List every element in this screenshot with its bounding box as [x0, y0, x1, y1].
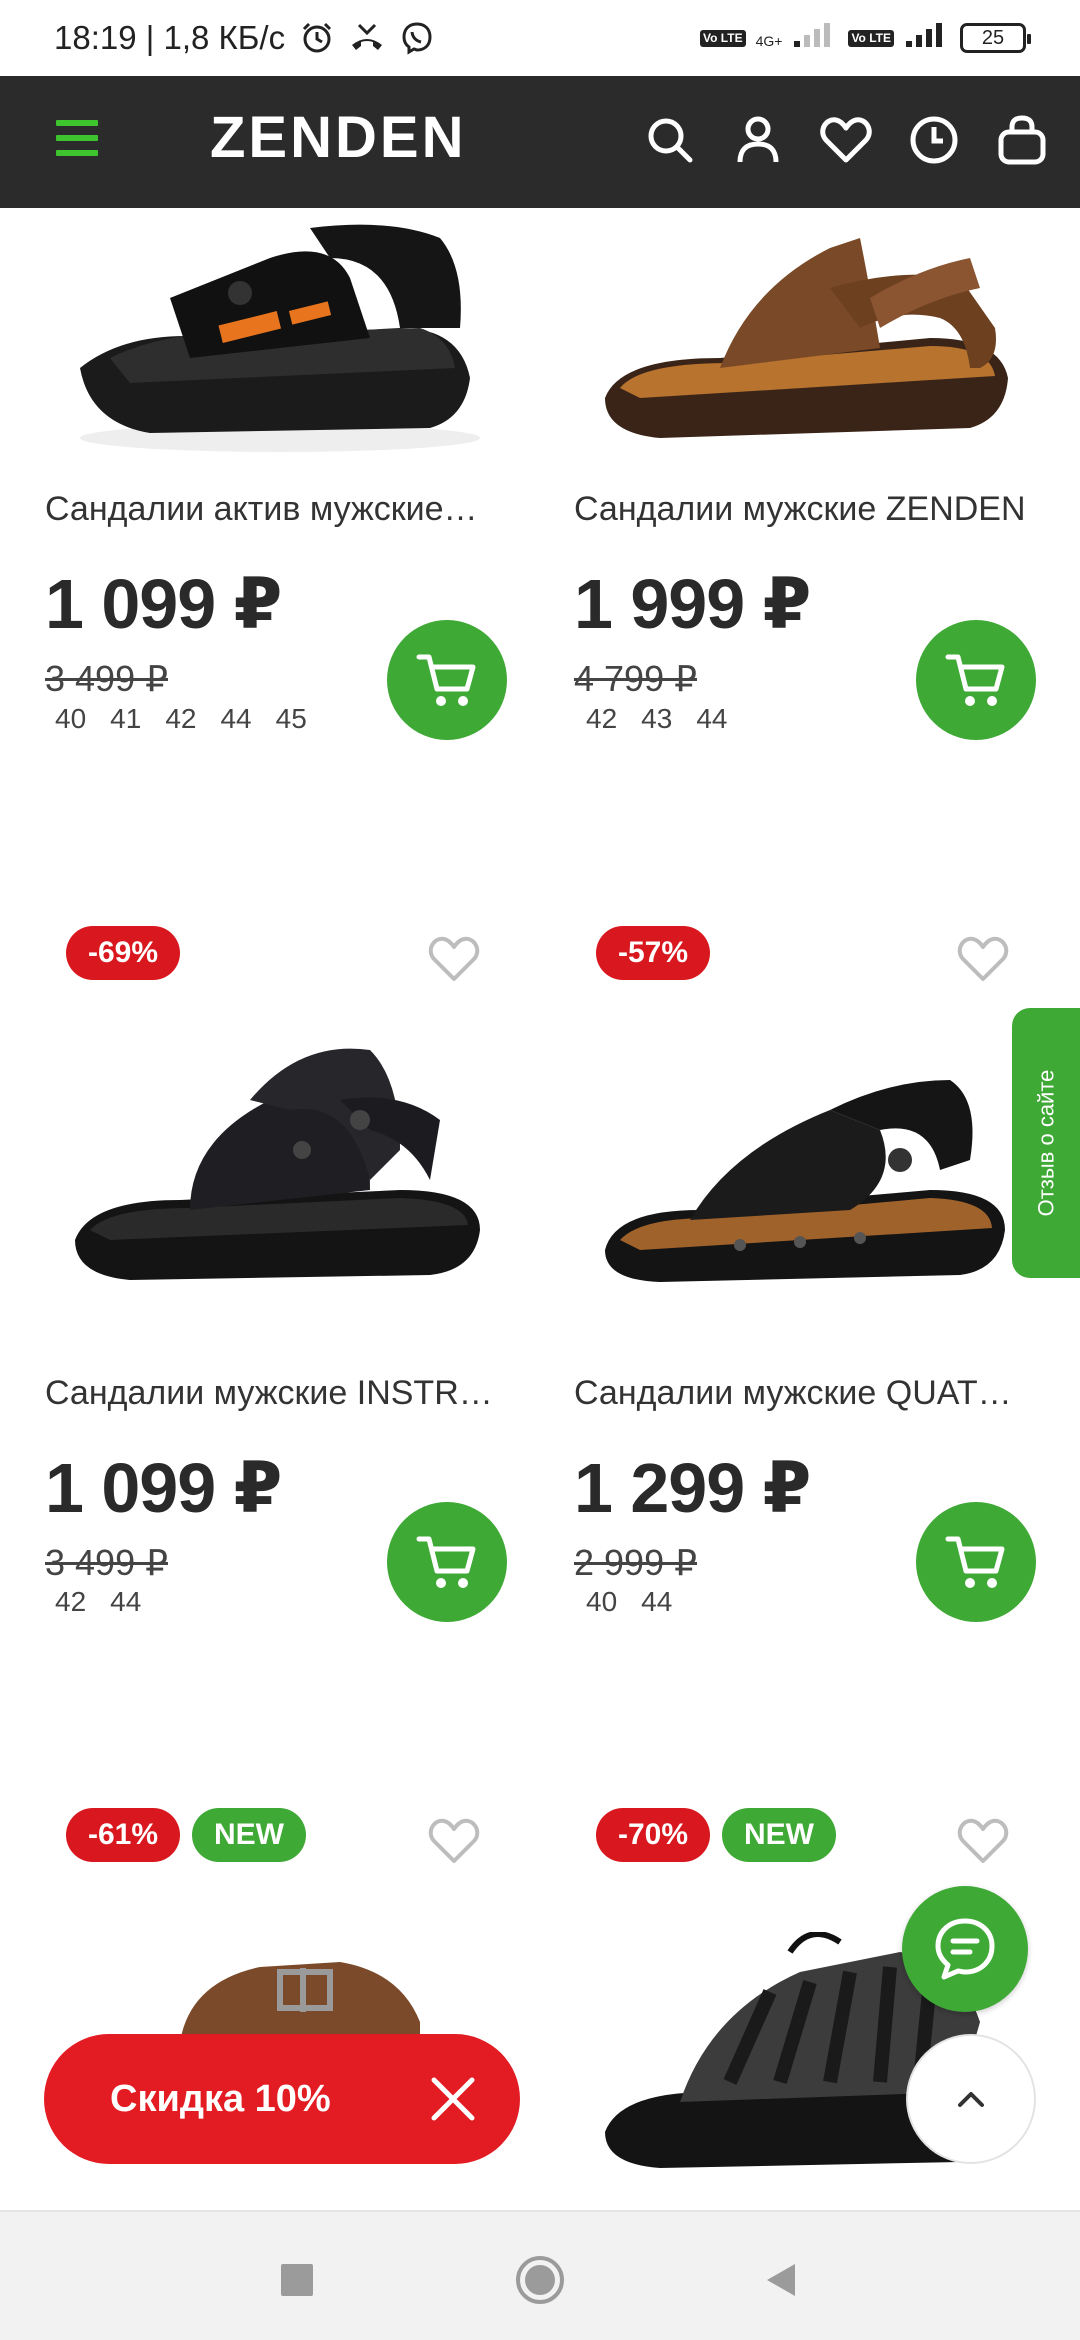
site-feedback-tab[interactable]: Отзыв о сайте: [1012, 1008, 1080, 1278]
chat-icon: [935, 1918, 995, 1980]
size-option[interactable]: 44: [641, 1586, 672, 1618]
home-icon[interactable]: [512, 2252, 568, 2308]
new-badge: NEW: [722, 1808, 836, 1862]
discount-badge: -69%: [66, 926, 181, 980]
battery-level: 25: [981, 26, 1005, 49]
discount-badge: -61%: [66, 1808, 181, 1862]
product-name[interactable]: Сандалии мужские ZENDEN: [574, 490, 1044, 529]
missed-call-icon: [349, 20, 385, 56]
close-icon[interactable]: [426, 2072, 480, 2126]
discount-badge: -70%: [596, 1808, 711, 1862]
product-card[interactable]: Сандалии актив мужские… 1 099 ₽ 3 499 ₽ …: [0, 208, 510, 828]
product-price: 1 999 ₽: [574, 565, 811, 643]
favorite-heart-icon[interactable]: [427, 934, 481, 984]
favorite-heart-icon[interactable]: [956, 934, 1010, 984]
scroll-to-top-button[interactable]: [906, 2034, 1036, 2164]
product-name[interactable]: Сандалии мужские INSTR…: [45, 1374, 515, 1413]
add-to-cart-button[interactable]: [387, 1502, 507, 1622]
add-to-cart-button[interactable]: [916, 620, 1036, 740]
product-card[interactable]: -69% Сандалии мужские INSTR… 1 099 ₽ 3 4…: [0, 920, 510, 1720]
menu-icon[interactable]: [56, 120, 98, 156]
product-price: 1 299 ₽: [574, 1449, 811, 1527]
product-sizes: 42 43 44: [586, 703, 727, 735]
header-actions: [642, 112, 1050, 168]
size-option[interactable]: 40: [586, 1586, 617, 1618]
size-option[interactable]: 44: [696, 703, 727, 735]
site-feedback-label: Отзыв о сайте: [1033, 1069, 1059, 1217]
size-option[interactable]: 40: [55, 703, 86, 735]
size-option[interactable]: 42: [55, 1586, 86, 1618]
battery-icon: 25: [960, 23, 1031, 53]
product-card[interactable]: Сандалии мужские ZENDEN 1 999 ₽ 4 799 ₽ …: [530, 208, 1040, 828]
recents-icon[interactable]: [269, 2252, 325, 2308]
discount-label: Скидка 10%: [110, 2077, 331, 2120]
product-card[interactable]: -57% Сандалии мужские QUAT… 1 299 ₽ 2 99…: [530, 920, 1040, 1720]
volte-badge-1: Vo LTE: [700, 29, 746, 47]
size-option[interactable]: 45: [276, 703, 307, 735]
product-old-price: 4 799 ₽: [574, 658, 697, 699]
cart-bag-icon[interactable]: [994, 112, 1050, 168]
chevron-up-icon: [958, 2092, 984, 2107]
logo[interactable]: ZENDEN: [210, 104, 466, 171]
product-sizes: 40 41 42 44 45: [55, 703, 307, 735]
system-nav-bar: [0, 2210, 1080, 2340]
volte-badge-2: Vo LTE: [848, 29, 894, 47]
chat-button[interactable]: [902, 1886, 1028, 2012]
add-to-cart-button[interactable]: [916, 1502, 1036, 1622]
back-icon[interactable]: [753, 2252, 809, 2308]
favorite-heart-icon[interactable]: [956, 1816, 1010, 1866]
product-image[interactable]: [600, 1070, 1020, 1300]
status-time-speed: 18:19 | 1,8 КБ/с: [54, 19, 286, 56]
product-name[interactable]: Сандалии мужские QUAT…: [574, 1374, 1044, 1413]
favorite-heart-icon[interactable]: [427, 1816, 481, 1866]
history-icon[interactable]: [906, 112, 962, 168]
user-icon[interactable]: [730, 112, 786, 168]
product-image[interactable]: [70, 1040, 490, 1290]
status-right: Vo LTE 4G+ Vo LTE 25: [700, 19, 1031, 57]
new-badge: NEW: [192, 1808, 306, 1862]
product-sizes: 42 44: [55, 1586, 141, 1618]
product-old-price: 3 499 ₽: [45, 658, 168, 699]
size-option[interactable]: 44: [110, 1586, 141, 1618]
size-option[interactable]: 43: [641, 703, 672, 735]
app-header: ZENDEN: [0, 76, 1080, 208]
product-image[interactable]: [70, 218, 490, 458]
favorites-icon[interactable]: [818, 112, 874, 168]
product-image[interactable]: [160, 1952, 440, 2042]
product-old-price: 2 999 ₽: [574, 1542, 697, 1583]
product-image[interactable]: [600, 228, 1020, 458]
net-label: 4G+: [755, 33, 783, 49]
viber-icon: [399, 20, 435, 56]
product-price: 1 099 ₽: [45, 1449, 282, 1527]
status-left: 18:19 | 1,8 КБ/с: [54, 19, 435, 57]
size-option[interactable]: 44: [220, 703, 251, 735]
signal-icon-2: [904, 19, 950, 57]
size-option[interactable]: 42: [586, 703, 617, 735]
status-bar: 18:19 | 1,8 КБ/с Vo LTE 4G+ Vo LTE 25: [0, 0, 1080, 76]
signal-icon-1: [792, 19, 838, 57]
add-to-cart-button[interactable]: [387, 620, 507, 740]
alarm-icon: [299, 20, 335, 56]
product-name[interactable]: Сандалии актив мужские…: [45, 490, 515, 529]
product-old-price: 3 499 ₽: [45, 1542, 168, 1583]
size-option[interactable]: 41: [110, 703, 141, 735]
discount-badge: -57%: [596, 926, 711, 980]
size-option[interactable]: 42: [165, 703, 196, 735]
product-sizes: 40 44: [586, 1586, 672, 1618]
search-icon[interactable]: [642, 112, 698, 168]
discount-banner[interactable]: Скидка 10%: [44, 2034, 520, 2164]
product-price: 1 099 ₽: [45, 565, 282, 643]
